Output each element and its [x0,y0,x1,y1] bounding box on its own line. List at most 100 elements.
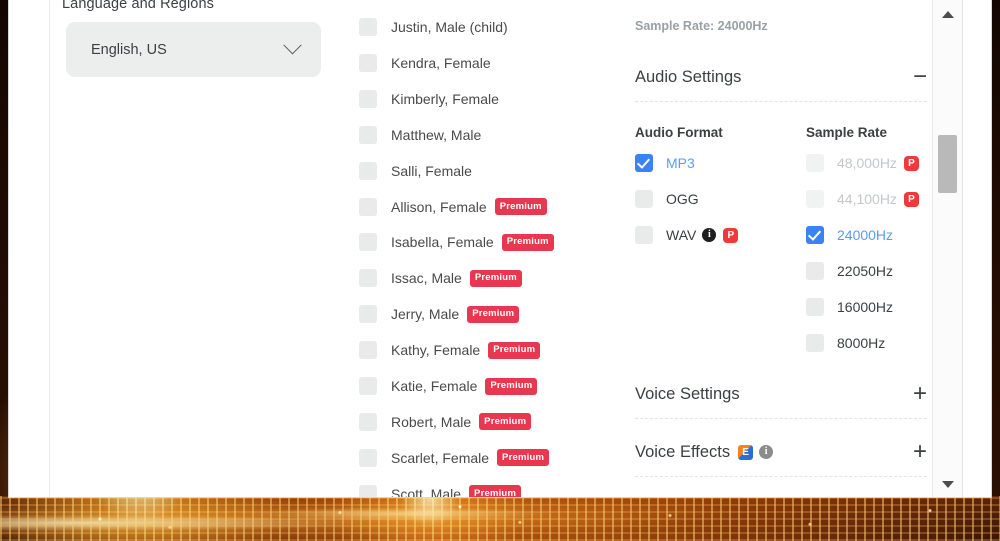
scrollbar-thumb[interactable] [938,135,957,193]
sample-rate-checkbox[interactable] [806,262,824,280]
info-icon[interactable]: i [759,445,773,459]
voice-checkbox[interactable] [359,269,377,287]
voice-checkbox[interactable] [359,54,377,72]
voice-checkbox[interactable] [359,341,377,359]
audio-settings-title: Audio Settings [635,68,741,87]
voice-checkbox[interactable] [359,198,377,216]
audio-format-checkbox[interactable] [635,154,653,172]
sample-rate-label: 16000Hz [837,299,893,315]
premium-badge: Premium [485,378,537,395]
sample-rate-option[interactable]: 48,000HzP [806,152,919,174]
language-section: Language and Regions English, US [49,0,349,498]
voice-name-label: Isabella, Female [391,234,494,250]
voice-checkbox[interactable] [359,449,377,467]
voice-list-item[interactable]: Robert, MalePremium [359,410,531,434]
language-select[interactable]: English, US [66,22,321,77]
voice-effects-title: Voice Effects [635,443,730,462]
voice-list-item[interactable]: Kimberly, Female [359,87,499,111]
audio-settings-header[interactable]: Audio Settings − [635,57,927,97]
voice-name-label: Robert, Male [391,414,471,430]
sample-rate-checkbox[interactable] [806,226,824,244]
voice-name-label: Kathy, Female [391,342,480,358]
info-icon[interactable]: i [702,228,716,242]
voice-effects-title-group: Voice Effects E i [635,443,773,462]
triangle-down-glyph [942,481,954,488]
voice-list-item[interactable]: Isabella, Female Premium [359,230,554,254]
audio-format-checkbox[interactable] [635,190,653,208]
sample-rate-column-header: Sample Rate [806,125,887,140]
voice-list-item[interactable]: Allison, Female Premium [359,195,547,219]
premium-badge: Premium [495,198,547,215]
audio-settings-toggle-icon[interactable]: − [913,65,927,89]
language-section-label: Language and Regions [62,0,214,12]
voice-list-item[interactable]: Katie, FemalePremium [359,374,537,398]
sample-rate-checkbox[interactable] [806,334,824,352]
voice-checkbox[interactable] [359,126,377,144]
voice-list-item[interactable]: Issac, MalePremium [359,266,522,290]
premium-badge: Premium [497,449,549,466]
voice-list-item[interactable]: Jerry, MalePremium [359,302,519,326]
voice-list-item[interactable]: Justin, Male (child) [359,15,508,39]
background-fireworks-sparks [0,492,1000,541]
voice-effects-toggle-icon[interactable]: + [913,440,927,464]
audio-format-label: OGG [666,191,699,207]
sample-rate-option[interactable]: 8000Hz [806,332,885,354]
language-selected-value: English, US [91,42,167,58]
sample-rate-label: 44,100Hz [837,191,897,207]
voice-name-label: Salli, Female [391,163,472,179]
audio-format-label: WAV [666,227,696,243]
divider-audio-settings [635,101,927,102]
voice-checkbox[interactable] [359,485,377,498]
voice-list[interactable]: Justin, Male (child) Kendra, Female Kimber… [349,0,625,498]
sample-rate-checkbox[interactable] [806,298,824,316]
sample-rate-label: 24000Hz [837,227,893,243]
sample-rate-checkbox[interactable] [806,154,824,172]
audio-format-checkbox[interactable] [635,226,653,244]
scroll-down-arrow-icon[interactable] [933,474,963,494]
voice-list-item[interactable]: Matthew, Male [359,123,481,147]
voice-checkbox[interactable] [359,90,377,108]
premium-badge: Premium [469,485,521,498]
sample-rate-option[interactable]: 24000Hz [806,224,893,246]
voice-settings-title: Voice Settings [635,385,740,404]
voice-list-item[interactable]: Salli, Female [359,159,472,183]
voice-checkbox[interactable] [359,233,377,251]
audio-format-option[interactable]: MP3 [635,152,695,174]
settings-panel-inner: Language and Regions English, US Justin,… [9,0,963,498]
voice-settings-toggle-icon[interactable]: + [913,382,927,406]
voice-effects-header[interactable]: Voice Effects E i + [635,432,927,472]
voice-checkbox[interactable] [359,305,377,323]
voice-name-label: Scarlet, Female [391,450,489,466]
voice-name-label: Kendra, Female [391,55,491,71]
effects-badge-icon: E [738,445,753,460]
voice-name-label: Issac, Male [391,270,462,286]
premium-badge: Premium [488,342,540,359]
voice-name-label: Justin, Male (child) [391,19,508,35]
sample-rate-option[interactable]: 44,100Hz P [806,188,919,210]
sample-rate-option[interactable]: 22050Hz [806,260,893,282]
audio-format-label: MP3 [666,155,695,171]
sample-rate-note: Sample Rate: 24000Hz [635,19,768,33]
voice-checkbox[interactable] [359,162,377,180]
voice-list-item[interactable]: Kendra, Female [359,51,491,75]
voice-settings-header[interactable]: Voice Settings + [635,374,927,414]
voice-list-item[interactable]: Scott, MalePremium [359,482,521,498]
audio-format-option[interactable]: WAViP [635,224,738,246]
voice-list-item[interactable]: Scarlet, Female Premium [359,446,549,470]
triangle-up-glyph [942,11,954,18]
voice-checkbox[interactable] [359,413,377,431]
voice-list-item[interactable]: Kathy, Female Premium [359,338,540,362]
voice-checkbox[interactable] [359,18,377,36]
premium-badge: Premium [502,234,554,251]
scroll-up-arrow-icon[interactable] [933,4,963,24]
sample-rate-label: 8000Hz [837,335,885,351]
sample-rate-checkbox[interactable] [806,190,824,208]
audio-format-option[interactable]: OGG [635,188,699,210]
voice-name-label: Allison, Female [391,199,487,215]
audio-settings-section: Sample Rate: 24000Hz Audio Settings − Au… [625,0,945,498]
sample-rate-option[interactable]: 16000Hz [806,296,893,318]
vertical-scrollbar[interactable] [932,0,962,498]
settings-panel: Language and Regions English, US Justin,… [8,0,992,498]
premium-p-badge: P [904,192,919,207]
voice-checkbox[interactable] [359,377,377,395]
